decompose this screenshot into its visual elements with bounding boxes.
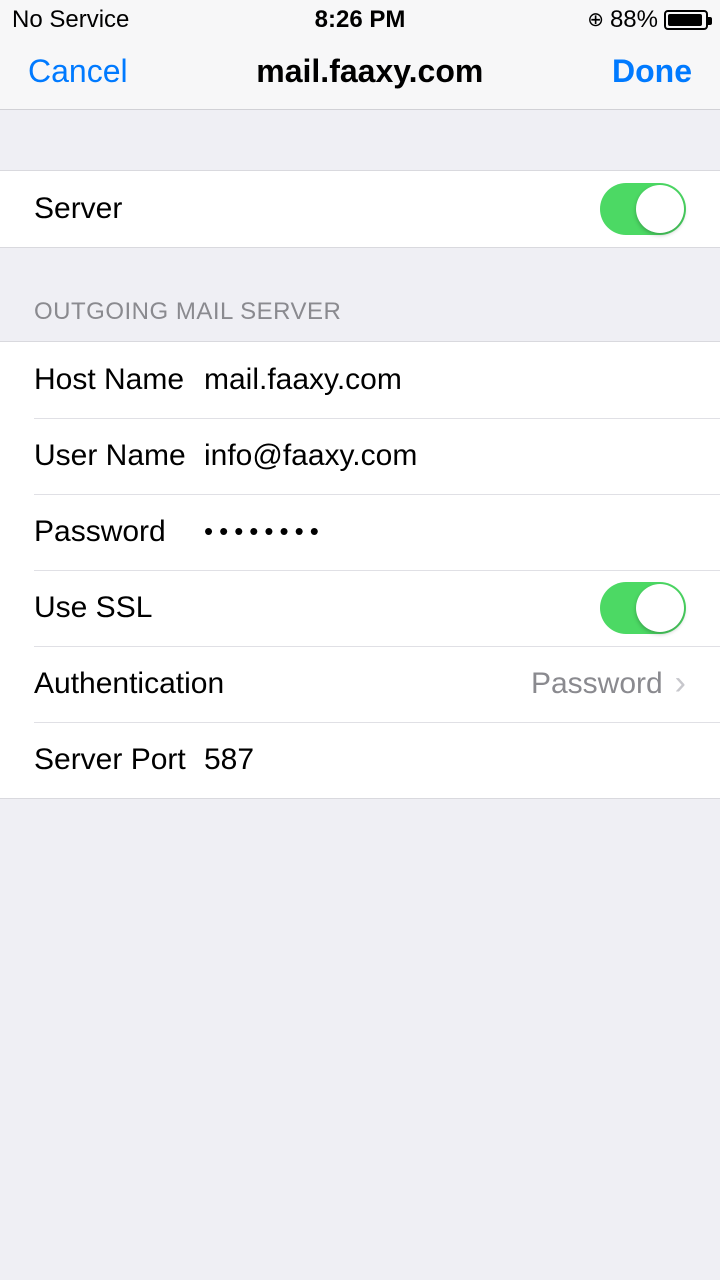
clock-label: 8:26 PM: [244, 6, 476, 35]
use-ssl-row: Use SSL: [0, 570, 720, 646]
password-row: Password ••••••••: [0, 494, 720, 570]
carrier-label: No Service: [12, 6, 244, 35]
password-label: Password: [34, 514, 204, 550]
use-ssl-label: Use SSL: [34, 590, 600, 626]
password-field[interactable]: ••••••••: [204, 516, 686, 547]
server-label: Server: [34, 191, 600, 227]
host-name-field[interactable]: [204, 363, 686, 397]
battery-percent-label: 88%: [610, 6, 658, 35]
user-name-field[interactable]: [204, 439, 686, 473]
battery-icon: [664, 10, 708, 30]
orientation-lock-icon: ⊕: [587, 8, 604, 32]
authentication-value: Password: [531, 666, 663, 702]
server-port-field[interactable]: [204, 743, 686, 777]
status-bar: No Service 8:26 PM ⊕ 88%: [0, 0, 720, 40]
server-port-label: Server Port: [34, 742, 204, 778]
server-port-row: Server Port: [0, 722, 720, 798]
nav-title: mail.faaxy.com: [256, 52, 483, 90]
server-row: Server: [0, 171, 720, 247]
chevron-right-icon: ›: [675, 663, 686, 704]
outgoing-section-header: OUTGOING MAIL SERVER: [0, 248, 720, 341]
use-ssl-toggle[interactable]: [600, 582, 686, 634]
host-name-label: Host Name: [34, 362, 204, 398]
outgoing-section: Host Name User Name Password •••••••• Us…: [0, 341, 720, 799]
done-button[interactable]: Done: [612, 53, 692, 90]
server-section: Server: [0, 170, 720, 248]
nav-bar: Cancel mail.faaxy.com Done: [0, 40, 720, 110]
user-name-row: User Name: [0, 418, 720, 494]
authentication-row[interactable]: Authentication Password ›: [0, 646, 720, 722]
cancel-button[interactable]: Cancel: [28, 53, 128, 90]
server-toggle[interactable]: [600, 183, 686, 235]
status-right: ⊕ 88%: [476, 6, 708, 35]
host-name-row: Host Name: [0, 342, 720, 418]
authentication-label: Authentication: [34, 666, 531, 702]
user-name-label: User Name: [34, 438, 204, 474]
